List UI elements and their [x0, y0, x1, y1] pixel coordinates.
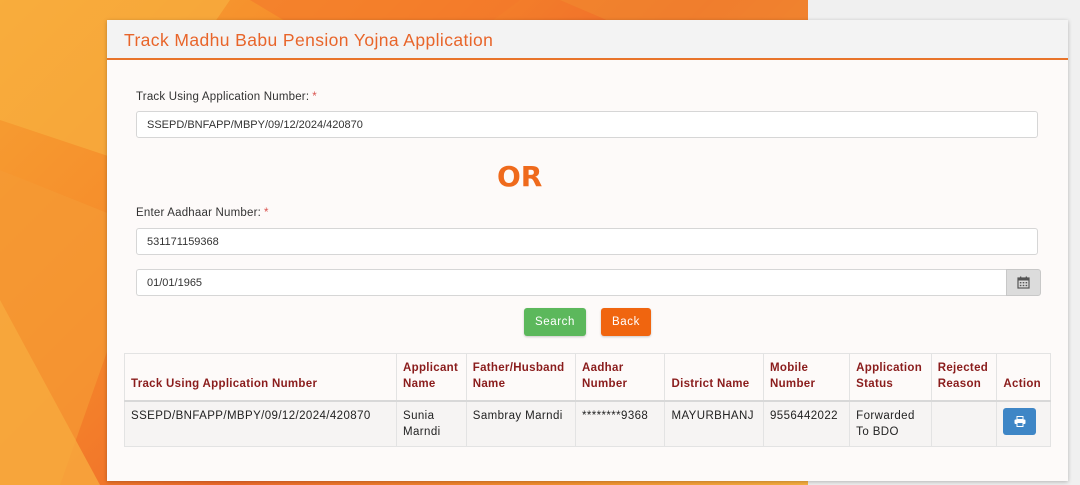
- table-row: SSEPD/BNFAPP/MBPY/09/12/2024/420870 Suni…: [123, 400, 1051, 447]
- col-app-number: Track Using Application Number: [123, 353, 398, 402]
- search-button[interactable]: Search: [524, 308, 586, 336]
- track-application-panel: Track Madhu Babu Pension Yojna Applicati…: [107, 20, 1068, 481]
- aadhaar-label: Enter Aadhaar Number: *: [136, 207, 269, 219]
- back-button[interactable]: Back: [601, 308, 651, 336]
- app-number-label: Track Using Application Number: *: [136, 91, 317, 103]
- cell-aadhar-number: ********9368: [575, 400, 666, 447]
- dob-input[interactable]: [136, 269, 1006, 296]
- cell-action: [996, 400, 1051, 447]
- required-mark: *: [264, 207, 269, 219]
- cell-mobile-number: 9556442022: [762, 400, 851, 447]
- calendar-icon: [1017, 276, 1030, 289]
- col-aadhar-number: Aadhar Number: [575, 353, 666, 402]
- print-icon: [1014, 416, 1026, 427]
- col-district-name: District Name: [664, 353, 764, 402]
- required-mark: *: [312, 91, 317, 103]
- cell-applicant-name: Sunia Marndi: [396, 400, 467, 447]
- col-action: Action: [996, 353, 1051, 402]
- col-applicant-name: Applicant Name: [396, 353, 467, 402]
- app-number-label-text: Track Using Application Number:: [136, 91, 310, 103]
- app-number-input[interactable]: [136, 111, 1038, 138]
- cell-district-name: MAYURBHANJ: [664, 400, 764, 447]
- calendar-button[interactable]: [1006, 269, 1041, 296]
- aadhaar-label-text: Enter Aadhaar Number:: [136, 207, 262, 219]
- page-title: Track Madhu Babu Pension Yojna Applicati…: [124, 30, 494, 50]
- panel-header: Track Madhu Babu Pension Yojna Applicati…: [107, 20, 1068, 60]
- col-application-status: Application Status: [849, 353, 932, 402]
- results-table: Track Using Application Number Applicant…: [123, 353, 1051, 447]
- or-divider: OR: [497, 160, 543, 193]
- col-rejected-reason: Rejected Reason: [930, 353, 998, 402]
- col-mobile-number: Mobile Number: [762, 353, 851, 402]
- table-header-row: Track Using Application Number Applicant…: [123, 353, 1051, 402]
- cell-father-name: Sambray Marndi: [465, 400, 577, 447]
- cell-rejected-reason: [930, 400, 998, 447]
- dob-field: [136, 269, 1041, 296]
- print-button[interactable]: [1003, 408, 1037, 435]
- aadhaar-input[interactable]: [136, 228, 1038, 255]
- cell-application-status: Forwarded To BDO: [849, 400, 932, 447]
- cell-app-number: SSEPD/BNFAPP/MBPY/09/12/2024/420870: [123, 400, 398, 447]
- col-father-name: Father/Husband Name: [465, 353, 577, 402]
